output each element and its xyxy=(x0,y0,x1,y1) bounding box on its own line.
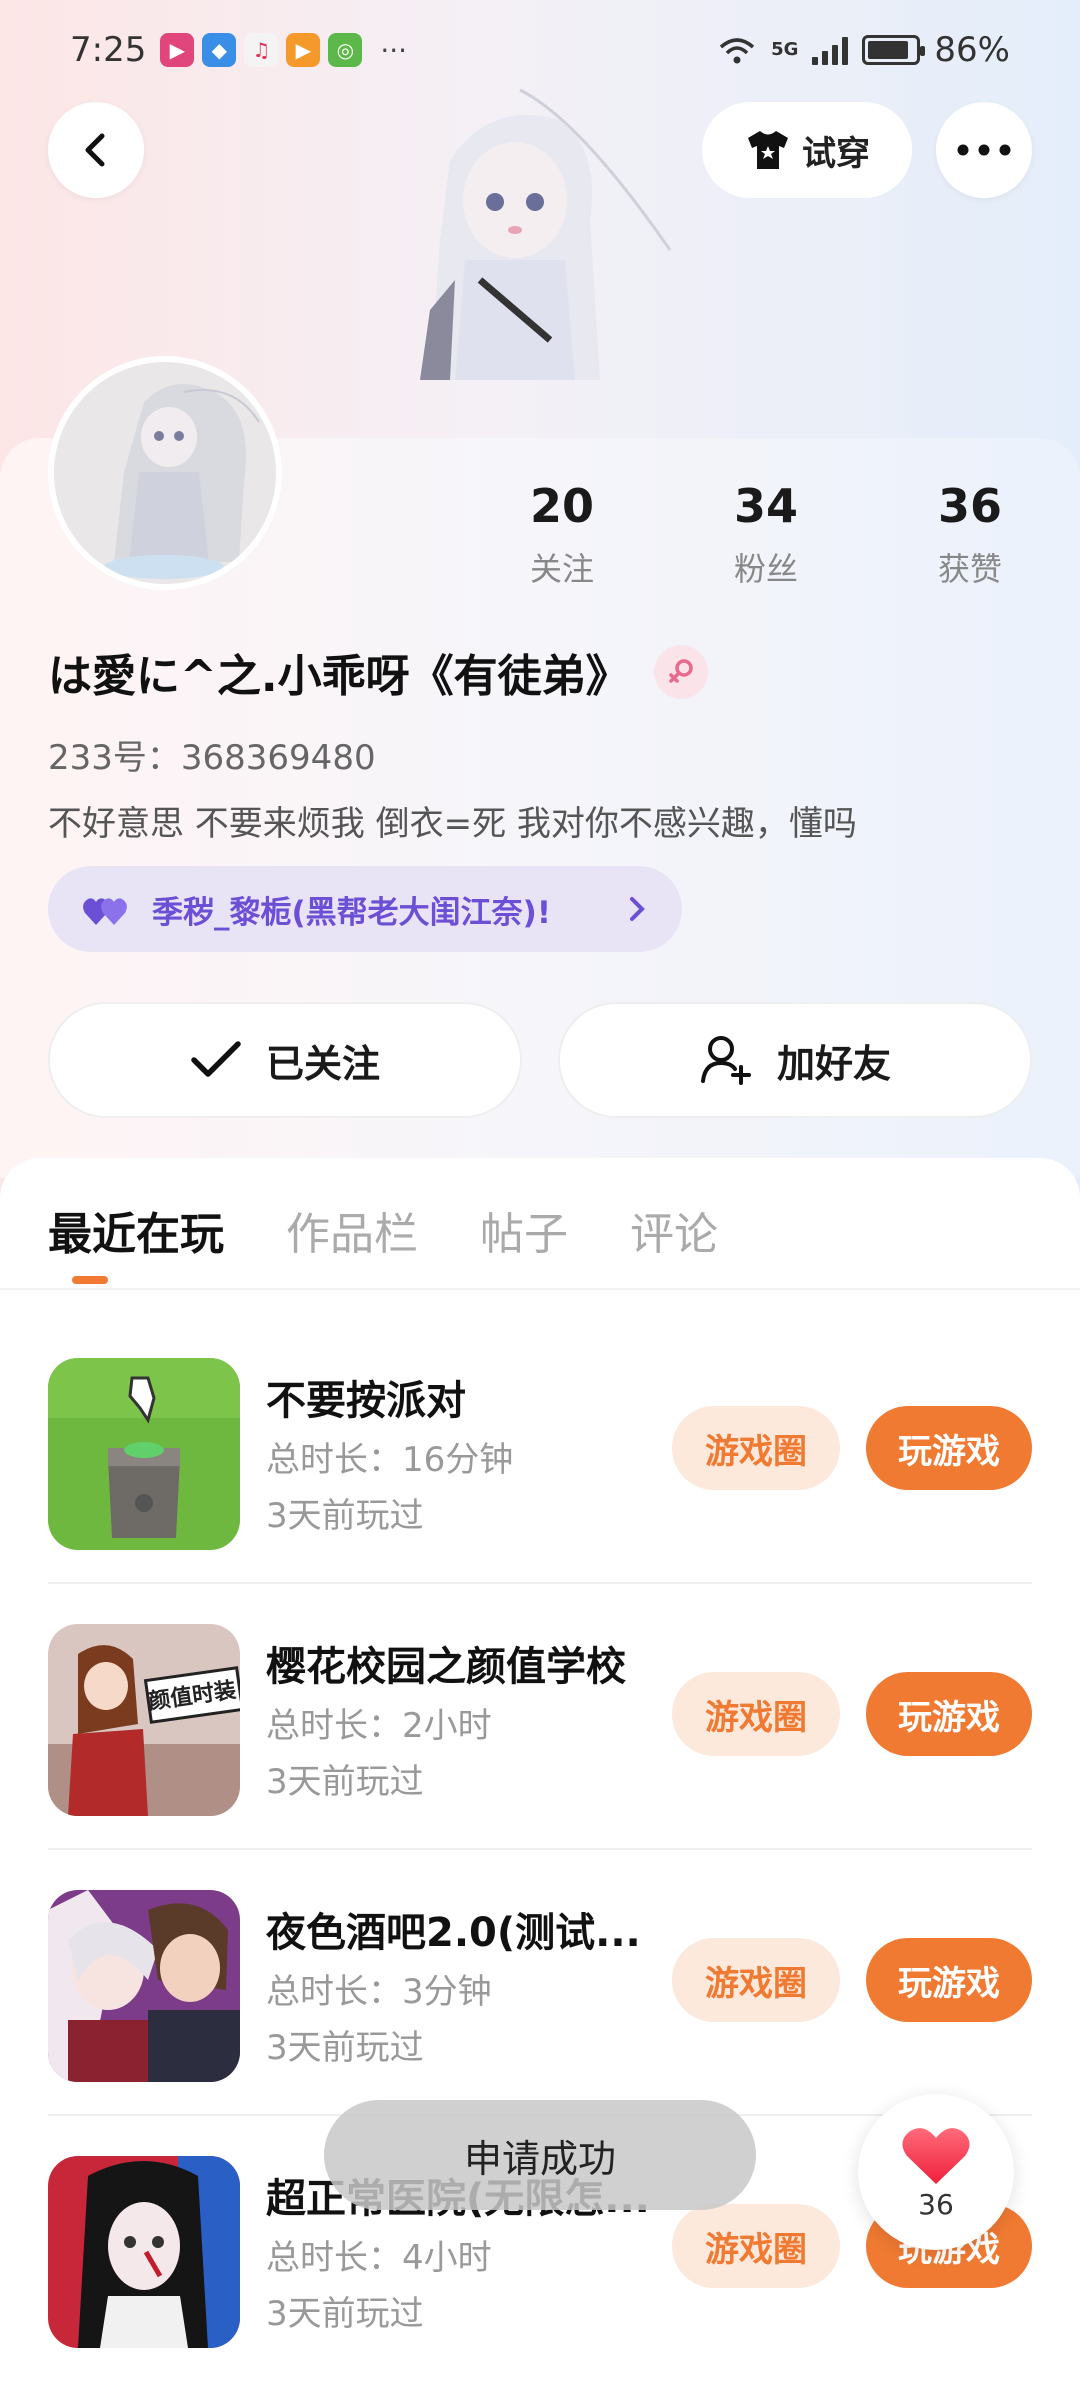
followers-count: 34 xyxy=(733,479,798,533)
game-circle-button[interactable]: 游戏圈 xyxy=(672,1672,840,1756)
checkmark-icon xyxy=(191,1041,241,1077)
tab-recently-played[interactable]: 最近在玩 xyxy=(48,1198,224,1262)
play-game-button[interactable]: 玩游戏 xyxy=(866,1938,1032,2022)
user-avatar[interactable] xyxy=(48,356,282,590)
female-gender-icon xyxy=(653,645,708,699)
status-right: 5G 86% xyxy=(717,30,1010,70)
signal-icon xyxy=(812,35,849,65)
followers-label: 粉丝 xyxy=(733,550,798,588)
game-icon xyxy=(48,1358,240,1550)
list-item[interactable]: 夜色酒吧2.0(测试... 总时长：3分钟 3天前玩过 游戏圈 玩游戏 xyxy=(48,1850,1032,2116)
battery-percent: 86% xyxy=(934,30,1010,70)
game-title: 夜色酒吧2.0(测试... xyxy=(266,1910,641,1956)
network-type: 5G xyxy=(771,39,799,60)
toast-message: 申请成功 xyxy=(324,2100,756,2210)
guild-chip[interactable]: 季秽_黎栀(黑帮老大闺江奈)! xyxy=(48,866,682,952)
game-circle-button[interactable]: 游戏圈 xyxy=(672,1938,840,2022)
more-dots-icon xyxy=(957,144,1011,156)
anime-school-icon xyxy=(48,1624,240,1816)
profile-stats: 20 关注 34 粉丝 36 获赞 xyxy=(460,478,1072,590)
back-button[interactable] xyxy=(48,102,144,198)
stat-following[interactable]: 20 关注 xyxy=(460,478,664,590)
game-duration: 总时长：3分钟 xyxy=(266,1972,492,2012)
notification-icons: ▶ ◆ ♫ ▶ ◎ ··· xyxy=(160,33,407,67)
night-bar-icon xyxy=(48,1890,240,2082)
music-app-icon: ♫ xyxy=(244,33,279,67)
add-friend-label: 加好友 xyxy=(776,1041,891,1086)
guild-name: 季秽_黎栀(黑帮老大闺江奈)! xyxy=(152,894,551,931)
add-user-icon xyxy=(700,1036,751,1085)
game-icon: 颜值时装 xyxy=(48,1624,240,1816)
like-button[interactable]: 36 xyxy=(858,2094,1014,2250)
more-options-button[interactable] xyxy=(936,102,1032,198)
list-item[interactable]: 不要按派对 总时长：16分钟 3天前玩过 游戏圈 玩游戏 xyxy=(48,1318,1032,1584)
active-tab-indicator xyxy=(72,1276,108,1284)
video-app-icon: ▶ xyxy=(160,33,195,67)
user-bio: 不好意思 不要来烦我 倒衣=死 我对你不感兴趣，懂吗 xyxy=(48,804,857,844)
game-duration: 总时长：16分钟 xyxy=(266,1440,514,1480)
tab-comments[interactable]: 评论 xyxy=(630,1198,718,1262)
store-app-icon: ◆ xyxy=(202,33,237,67)
following-button[interactable]: 已关注 xyxy=(48,1002,522,1118)
status-time: 7:25 xyxy=(70,30,147,70)
avatar-figure-icon xyxy=(104,384,260,579)
female-symbol xyxy=(668,659,693,683)
tabs-divider xyxy=(0,1288,1080,1290)
username: は愛に^之.小乖呀《有徒弟》 xyxy=(48,651,630,702)
chevron-right-icon xyxy=(630,897,645,921)
game-last-played: 3天前玩过 xyxy=(266,1762,424,1802)
battery-icon xyxy=(862,35,926,65)
game-circle-button[interactable]: 游戏圈 xyxy=(672,2204,840,2288)
stat-followers[interactable]: 34 粉丝 xyxy=(664,478,868,590)
game-last-played: 3天前玩过 xyxy=(266,2294,424,2334)
stat-likes[interactable]: 36 获赞 xyxy=(868,478,1072,590)
add-friend-button[interactable]: 加好友 xyxy=(558,1002,1032,1118)
tshirt-icon xyxy=(748,131,788,169)
hospital-game-icon xyxy=(48,2156,240,2348)
game-last-played: 3天前玩过 xyxy=(266,1496,424,1536)
hearts-icon xyxy=(83,898,127,925)
tab-posts[interactable]: 帖子 xyxy=(480,1198,568,1262)
try-on-label: 试穿 xyxy=(802,133,870,174)
avatar-image xyxy=(54,362,276,584)
likes-count: 36 xyxy=(937,479,1002,533)
tab-works[interactable]: 作品栏 xyxy=(286,1198,418,1262)
battery-fill xyxy=(868,41,908,59)
list-item[interactable]: 颜值时装 樱花校园之颜值学校 总时长：2小时 3天前玩过 游戏圈 玩游戏 xyxy=(48,1584,1032,1850)
likes-label: 获赞 xyxy=(937,550,1002,588)
wifi-app-icon: ◎ xyxy=(328,33,363,67)
play-game-button[interactable]: 玩游戏 xyxy=(866,1672,1032,1756)
wifi-icon xyxy=(719,38,755,64)
chevron-left-icon xyxy=(85,133,105,167)
game-duration: 总时长：2小时 xyxy=(266,1706,492,1746)
username-row: は愛に^之.小乖呀《有徒弟》 xyxy=(48,640,708,704)
user-id: 233号：368369480 xyxy=(48,738,376,778)
player-app-icon: ▶ xyxy=(286,33,321,67)
profile-tabs: 最近在玩 作品栏 帖子 评论 xyxy=(48,1198,718,1262)
following-count: 20 xyxy=(529,479,594,533)
heart-icon xyxy=(902,2127,970,2184)
more-notifications-icon: ··· xyxy=(380,33,408,67)
play-game-button[interactable]: 玩游戏 xyxy=(866,1406,1032,1490)
game-last-played: 3天前玩过 xyxy=(266,2028,424,2068)
game-circle-button[interactable]: 游戏圈 xyxy=(672,1406,840,1490)
try-on-button[interactable]: 试穿 xyxy=(702,102,912,198)
game-title: 不要按派对 xyxy=(266,1378,466,1424)
game-icon xyxy=(48,2156,240,2348)
button-pedestal-icon xyxy=(48,1358,240,1550)
game-icon xyxy=(48,1890,240,2082)
following-button-label: 已关注 xyxy=(265,1041,380,1086)
avatar-figure-image xyxy=(420,88,672,380)
game-duration: 总时长：4小时 xyxy=(266,2238,492,2278)
like-count: 36 xyxy=(918,2187,954,2221)
following-label: 关注 xyxy=(529,550,594,588)
game-title: 樱花校园之颜值学校 xyxy=(266,1644,626,1690)
